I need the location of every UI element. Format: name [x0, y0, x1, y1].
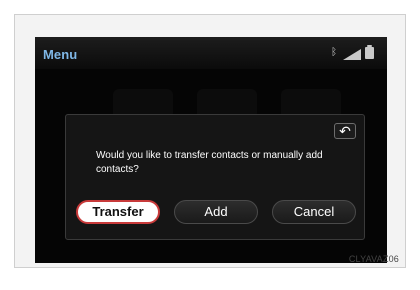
transfer-dialog: ↶ Would you like to transfer contacts or…: [65, 114, 365, 240]
cancel-button[interactable]: Cancel: [272, 200, 356, 224]
bluetooth-icon: ᛒ: [331, 47, 337, 58]
transfer-button[interactable]: Transfer: [76, 200, 160, 224]
figure-caption: CLYAVAZ06: [348, 254, 399, 264]
dialog-buttons: Transfer Add Cancel: [76, 192, 356, 232]
back-icon: ↶: [339, 123, 351, 139]
dialog-message: Would you like to transfer contacts or m…: [96, 150, 323, 175]
display-screen: Menu ᛒ ↶ Would you like to transfer cont…: [35, 37, 387, 263]
battery-icon: [365, 45, 374, 59]
status-icons: ᛒ: [329, 45, 377, 61]
top-bar: Menu ᛒ: [35, 37, 387, 69]
add-button[interactable]: Add: [174, 200, 258, 224]
back-button[interactable]: ↶: [334, 123, 356, 139]
page-title: Menu: [43, 47, 78, 62]
screenshot-frame: Menu ᛒ ↶ Would you like to transfer cont…: [14, 14, 406, 268]
signal-icon: [343, 49, 361, 60]
